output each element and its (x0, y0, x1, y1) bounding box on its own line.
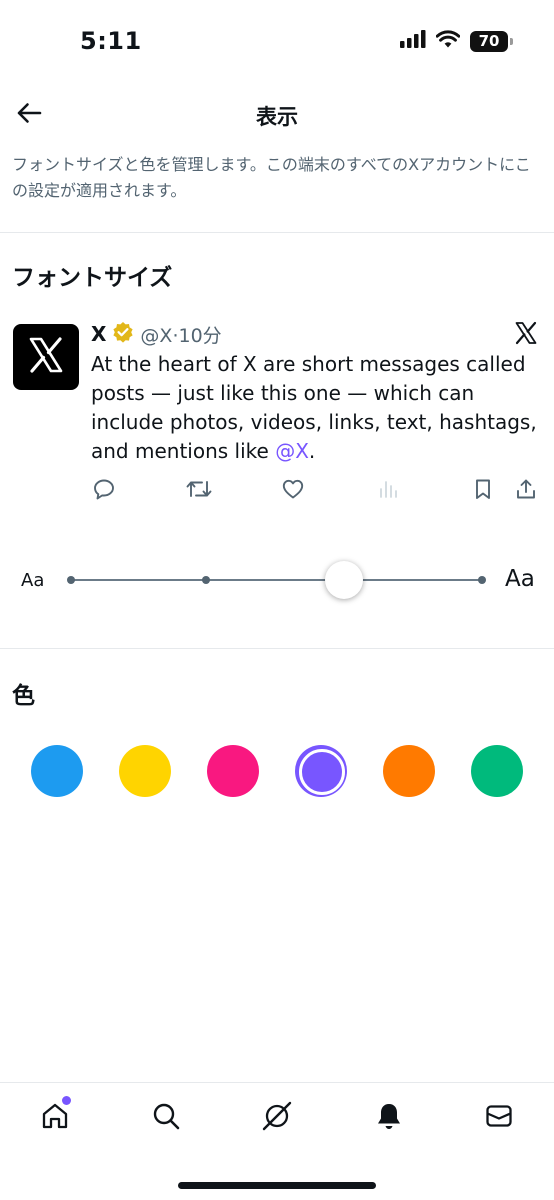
x-logo-icon (514, 321, 538, 349)
post-body-end: . (308, 439, 316, 463)
notifications-icon (374, 1101, 404, 1135)
font-size-slider-thumb[interactable] (325, 561, 363, 599)
heart-icon (281, 477, 305, 505)
slider-step-dot[interactable] (478, 576, 486, 584)
mention-link[interactable]: @X (275, 439, 309, 463)
tab-messages[interactable] (482, 1101, 516, 1135)
status-time: 5:11 (80, 27, 142, 55)
tab-home[interactable] (38, 1101, 72, 1135)
page-title: 表示 (256, 105, 298, 129)
settings-description: フォントサイズと色を管理します。この端末のすべてのXアカウントにこの設定が適用さ… (12, 155, 531, 200)
color-swatch-blue[interactable] (31, 745, 83, 797)
reply-icon (92, 477, 116, 505)
color-swatch-pink[interactable] (207, 745, 259, 797)
views-button (375, 478, 401, 504)
bookmark-button[interactable] (470, 478, 496, 504)
header: 表示 (0, 90, 554, 140)
search-icon (151, 1101, 181, 1135)
share-icon (514, 477, 538, 505)
home-icon (40, 1101, 70, 1135)
tab-search[interactable] (149, 1101, 183, 1135)
post-actions (91, 478, 541, 506)
font-size-heading: フォントサイズ (12, 265, 173, 291)
repost-button[interactable] (186, 478, 212, 504)
back-button[interactable] (14, 100, 44, 130)
font-size-large-label: Aa (505, 566, 535, 592)
color-swatch-green[interactable] (471, 745, 523, 797)
home-notification-dot (62, 1096, 71, 1105)
font-size-slider-track[interactable] (71, 579, 482, 581)
bookmark-icon (471, 477, 495, 505)
status-icons: 70 (400, 30, 513, 52)
x-logo-icon (27, 336, 65, 378)
post-author-name: X (91, 322, 107, 346)
font-size-small-label: Aa (21, 570, 45, 591)
post-meta: @X·10分 (140, 324, 222, 347)
wifi-icon (435, 30, 461, 52)
views-chart-icon (376, 477, 400, 505)
slider-step-dot[interactable] (202, 576, 210, 584)
tab-grok[interactable] (260, 1101, 294, 1135)
messages-icon (484, 1101, 514, 1135)
battery-cap (510, 37, 513, 45)
tab-notifications[interactable] (372, 1101, 406, 1135)
grok-icon (261, 1100, 293, 1136)
post-text: At the heart of X are short messages cal… (91, 350, 541, 466)
color-swatch-yellow[interactable] (119, 745, 171, 797)
repost-icon (186, 477, 212, 505)
post-avatar (13, 324, 79, 390)
color-heading: 色 (12, 683, 35, 709)
back-arrow-icon (16, 102, 42, 128)
divider (0, 232, 554, 233)
verified-badge-icon (112, 321, 134, 348)
post-header: X @X·10分 (91, 320, 222, 348)
slider-step-dot[interactable] (67, 576, 75, 584)
like-button[interactable] (280, 478, 306, 504)
color-swatch-purple[interactable] (295, 745, 347, 797)
cellular-signal-icon (400, 30, 426, 52)
share-button[interactable] (513, 478, 539, 504)
divider (0, 648, 554, 649)
display-settings-screen: 5:11 70 表示 フォントサイズと色を管理します。この端末のすべてのXアカウ… (0, 0, 554, 1200)
battery-level: 70 (478, 32, 500, 50)
bottom-tab-bar (0, 1082, 554, 1152)
color-swatch-orange[interactable] (383, 745, 435, 797)
status-bar: 5:11 70 (0, 0, 554, 80)
battery-indicator: 70 (470, 30, 513, 52)
home-indicator (178, 1182, 376, 1189)
reply-button[interactable] (91, 478, 117, 504)
